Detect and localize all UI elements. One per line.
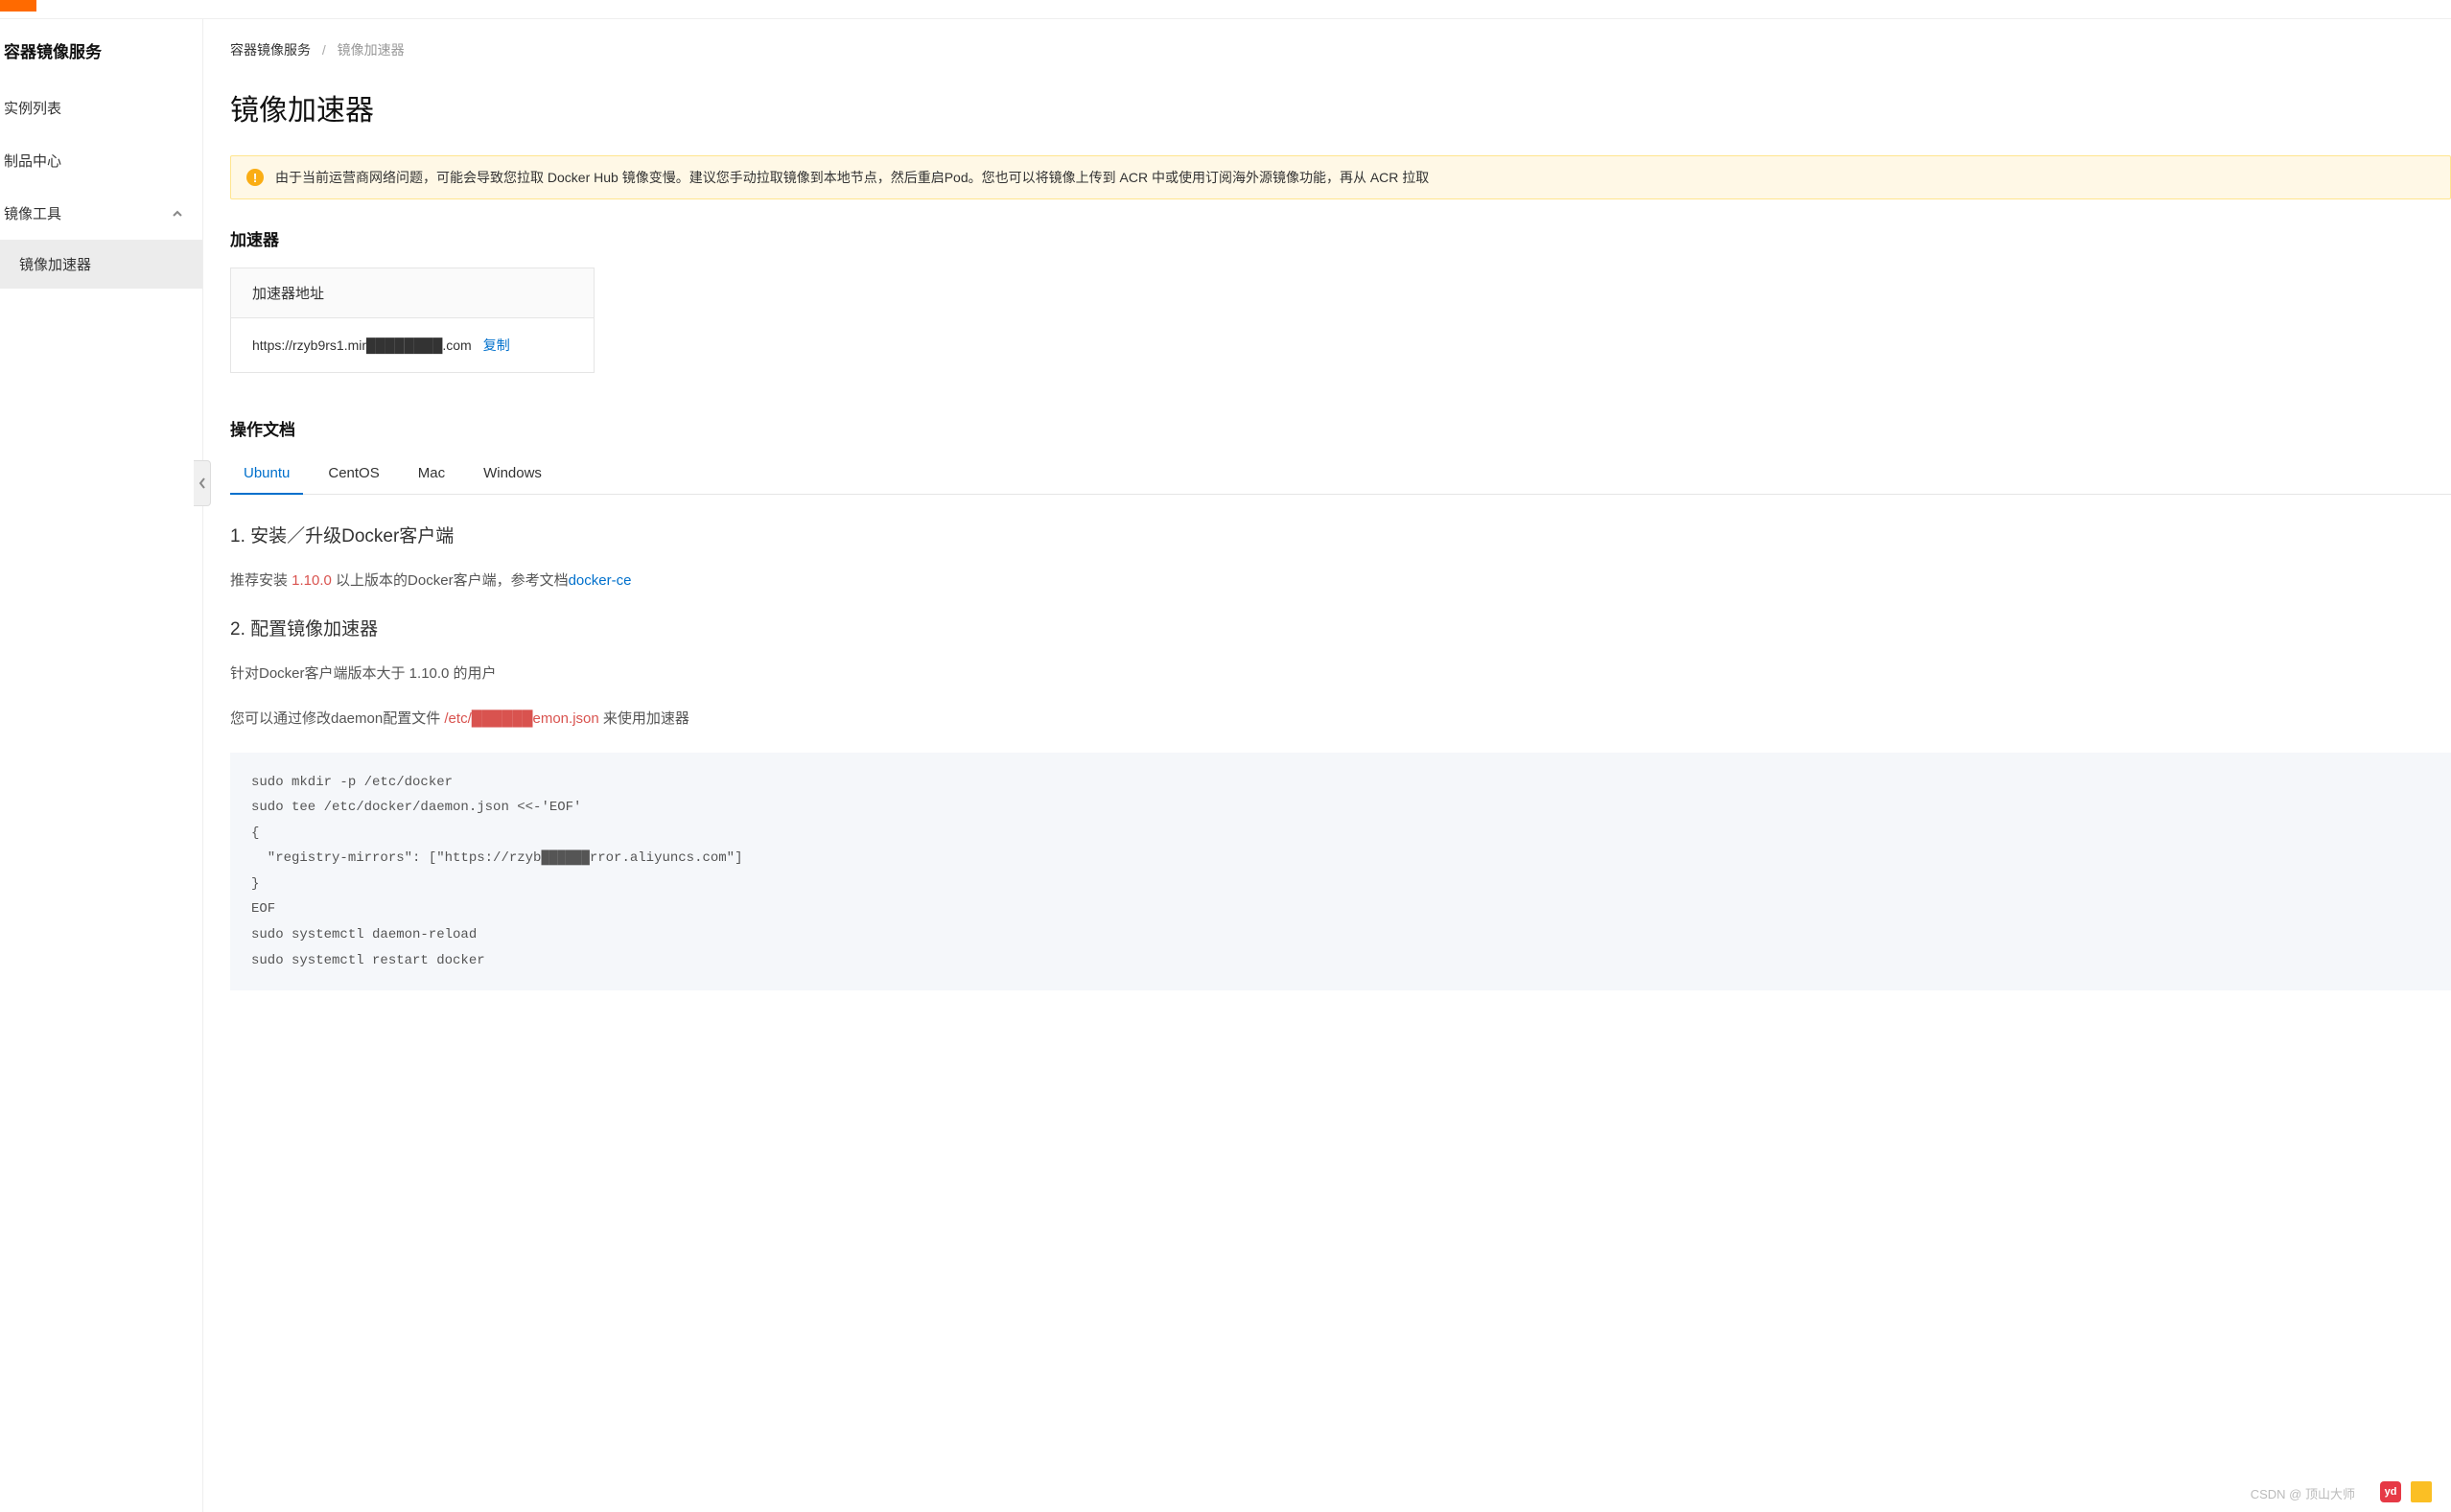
breadcrumb-root[interactable]: 容器镜像服务 bbox=[230, 42, 311, 58]
sidebar-item-label: 实例列表 bbox=[4, 98, 61, 118]
docs-section-title: 操作文档 bbox=[230, 416, 2451, 440]
sidebar-item-instances[interactable]: 实例列表 bbox=[0, 81, 202, 134]
step1-title: 1. 安装／升级Docker客户端 bbox=[230, 522, 2451, 547]
tab-ubuntu[interactable]: Ubuntu bbox=[230, 457, 303, 495]
breadcrumb: 容器镜像服务 / 镜像加速器 bbox=[230, 40, 2451, 59]
breadcrumb-separator: / bbox=[322, 42, 326, 58]
page-title: 镜像加速器 bbox=[230, 86, 2451, 128]
tray-icons: yd bbox=[2380, 1481, 2432, 1502]
logo bbox=[0, 0, 36, 12]
copy-button[interactable]: 复制 bbox=[483, 336, 510, 355]
alert-text: 由于当前运营商网络问题，可能会导致您拉取 Docker Hub 镜像变慢。建议您… bbox=[275, 168, 1429, 187]
accelerator-body: https://rzyb9rs1.mir████████.com 复制 bbox=[231, 318, 594, 372]
step2-line1: 针对Docker客户端版本大于 1.10.0 的用户 bbox=[230, 662, 2451, 686]
version-highlight: 1.10.0 bbox=[292, 572, 332, 589]
sidebar-item-products[interactable]: 制品中心 bbox=[0, 134, 202, 187]
tab-centos[interactable]: CentOS bbox=[315, 457, 392, 494]
sidebar-collapse-button[interactable] bbox=[194, 460, 211, 506]
docker-ce-link[interactable]: docker-ce bbox=[569, 572, 632, 589]
sidebar-subitem-label: 镜像加速器 bbox=[19, 257, 91, 273]
code-block[interactable]: sudo mkdir -p /etc/docker sudo tee /etc/… bbox=[230, 753, 2451, 991]
chevron-up-icon bbox=[172, 208, 183, 220]
tray-yd-icon[interactable]: yd bbox=[2380, 1481, 2401, 1502]
top-header bbox=[0, 0, 2451, 19]
sidebar-item-label: 镜像工具 bbox=[4, 203, 61, 223]
step2-title: 2. 配置镜像加速器 bbox=[230, 615, 2451, 640]
watermark: CSDN @ 顶山大师 bbox=[2251, 1484, 2355, 1502]
accelerator-box: 加速器地址 https://rzyb9rs1.mir████████.com 复… bbox=[230, 268, 595, 373]
accelerator-section-title: 加速器 bbox=[230, 226, 2451, 250]
sidebar-subitem-accelerator[interactable]: 镜像加速器 bbox=[0, 240, 202, 289]
sidebar-item-label: 制品中心 bbox=[4, 151, 61, 171]
config-path: /etc/██████emon.json bbox=[444, 710, 598, 727]
main-content: 容器镜像服务 / 镜像加速器 镜像加速器 ! 由于当前运营商网络问题，可能会导致… bbox=[203, 19, 2451, 1512]
sidebar: 容器镜像服务 实例列表 制品中心 镜像工具 镜像加速器 bbox=[0, 19, 203, 1512]
breadcrumb-current: 镜像加速器 bbox=[338, 42, 405, 58]
sidebar-item-tools[interactable]: 镜像工具 bbox=[0, 187, 202, 240]
tab-mac[interactable]: Mac bbox=[405, 457, 458, 494]
step2-line2: 您可以通过修改daemon配置文件 /etc/██████emon.json 来… bbox=[230, 707, 2451, 732]
chevron-left-icon bbox=[198, 477, 207, 490]
sidebar-title: 容器镜像服务 bbox=[0, 19, 202, 81]
alert-banner: ! 由于当前运营商网络问题，可能会导致您拉取 Docker Hub 镜像变慢。建… bbox=[230, 155, 2451, 199]
step1-text: 推荐安装 1.10.0 以上版本的Docker客户端，参考文档docker-ce bbox=[230, 569, 2451, 593]
warning-icon: ! bbox=[246, 169, 264, 186]
tray-folder-icon[interactable] bbox=[2411, 1481, 2432, 1502]
tab-windows[interactable]: Windows bbox=[470, 457, 555, 494]
accelerator-url: https://rzyb9rs1.mir████████.com bbox=[252, 337, 472, 353]
accelerator-header: 加速器地址 bbox=[231, 268, 594, 318]
docs-tabs: Ubuntu CentOS Mac Windows bbox=[230, 457, 2451, 495]
